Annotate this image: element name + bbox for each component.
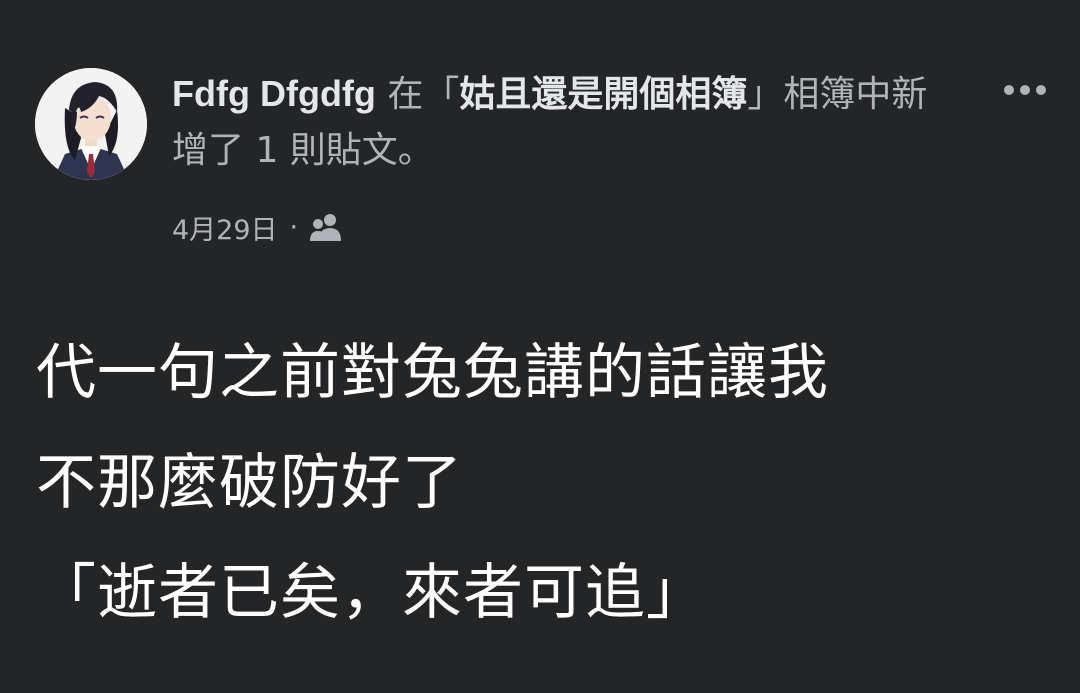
meta-separator: · — [289, 211, 299, 243]
post-body-line: 「逝者已矣，來者可追」 — [36, 558, 707, 628]
post-timestamp-link[interactable]: 4月29日 — [172, 208, 278, 247]
author-name-link[interactable]: Fdfg Dfgdfg — [172, 73, 376, 114]
post-body-line: 不那麼破防好了 — [36, 448, 463, 518]
avatar[interactable] — [35, 68, 147, 180]
action-text-prefix: 在「 — [375, 74, 460, 115]
post-body-text: 代一句之前對兔兔講的話讓我 不那麼破防好了 「逝者已矣，來者可追」 — [36, 318, 1056, 648]
more-horizontal-icon-dot — [1020, 85, 1030, 95]
more-options-button[interactable] — [992, 72, 1058, 108]
more-horizontal-icon — [1004, 85, 1014, 95]
post-header: Fdfg Dfgdfg 在「姑且還是開個相簿」相簿中新增了 1 則貼文。 — [172, 66, 962, 179]
more-horizontal-icon-dot — [1036, 85, 1046, 95]
post-meta: 4月29日 · — [172, 205, 344, 249]
post-body-line: 代一句之前對兔兔講的話讓我 — [36, 338, 829, 408]
post-card: Fdfg Dfgdfg 在「姑且還是開個相簿」相簿中新增了 1 則貼文。 4月2… — [0, 0, 1080, 693]
album-name-link[interactable]: 姑且還是開個相簿 — [459, 74, 747, 115]
avatar-image — [35, 68, 147, 180]
friends-icon[interactable] — [308, 211, 344, 243]
